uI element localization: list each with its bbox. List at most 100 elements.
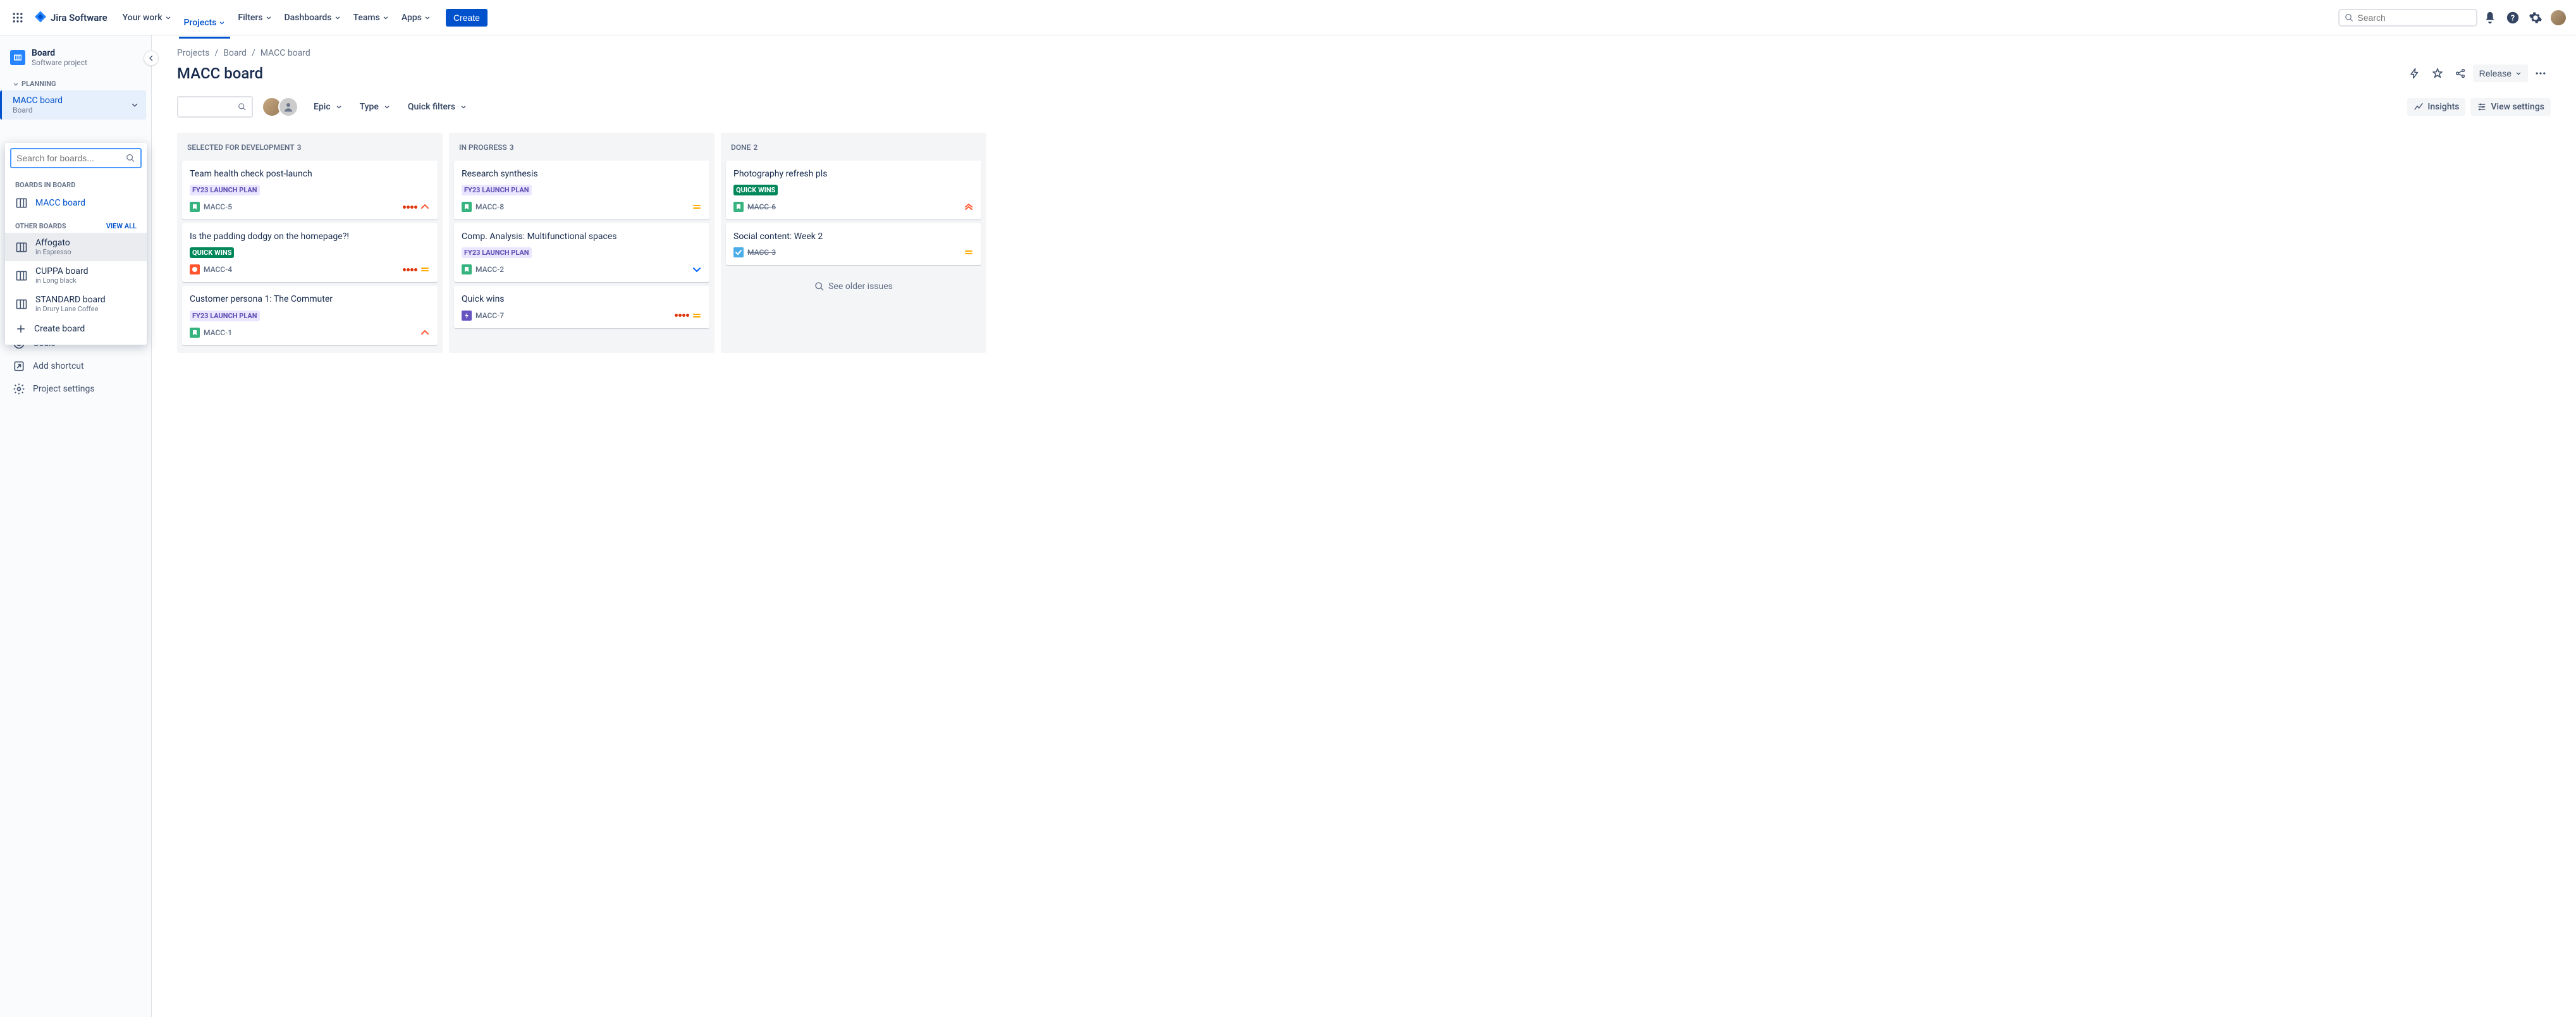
popover-current-boards: MACC board xyxy=(5,192,147,214)
star-icon[interactable] xyxy=(2427,63,2448,83)
nav-item-filters[interactable]: Filters xyxy=(233,7,276,28)
issue-key: MACC-1 xyxy=(204,328,232,337)
board-search-input[interactable] xyxy=(16,153,126,163)
sidebar-group-planning[interactable]: PLANNING xyxy=(5,75,146,90)
issue-key: MACC-3 xyxy=(747,248,776,257)
issue-card[interactable]: Quick wins MACC-7 xyxy=(454,286,709,328)
project-type: Software project xyxy=(32,58,87,67)
board-icon xyxy=(15,269,28,282)
chevron-down-icon xyxy=(165,15,171,21)
chevron-down-icon xyxy=(383,15,389,21)
project-avatar-icon xyxy=(10,50,25,65)
settings-icon[interactable] xyxy=(2525,8,2546,28)
board-search-field[interactable] xyxy=(10,148,142,168)
priority-medium-icon xyxy=(420,264,430,274)
popover-board-item[interactable]: Affogatoin Espresso xyxy=(5,233,147,261)
board-search-box[interactable] xyxy=(177,96,253,118)
story-icon xyxy=(190,202,200,212)
assignee-filter[interactable] xyxy=(266,97,298,117)
help-icon[interactable]: ? xyxy=(2503,8,2523,28)
breadcrumb-item[interactable]: MACC board xyxy=(261,48,310,58)
board-selector-sub: Board xyxy=(13,106,63,114)
svg-text:?: ? xyxy=(2511,13,2515,23)
nav-items: Your workProjectsFiltersDashboardsTeamsA… xyxy=(118,7,436,28)
search-icon xyxy=(814,281,825,292)
priority-medium-icon xyxy=(964,247,974,257)
epic-filter[interactable]: Epic xyxy=(311,98,345,116)
top-navigation: Jira Software Your workProjectsFiltersDa… xyxy=(0,0,2576,35)
issue-card[interactable]: Social content: Week 2 MACC-3 xyxy=(726,223,981,265)
priority-highest-icon xyxy=(964,202,974,212)
popover-board-item[interactable]: CUPPA boardin Long black xyxy=(5,261,147,290)
quick-filters[interactable]: Quick filters xyxy=(405,98,469,116)
sidebar-board-selector[interactable]: MACC board Board xyxy=(0,90,146,120)
app-switcher-icon[interactable] xyxy=(8,8,28,28)
card-title: Team health check post-launch xyxy=(190,168,430,180)
type-filter[interactable]: Type xyxy=(357,98,393,116)
label-lozenge: FY23 LAUNCH PLAN xyxy=(462,185,532,195)
popover-section-other: OTHER BOARDS VIEW ALL xyxy=(5,214,147,233)
view-all-link[interactable]: VIEW ALL xyxy=(106,222,137,230)
user-avatar[interactable] xyxy=(2548,8,2568,28)
popover-board-item[interactable]: STANDARD boardin Drury Lane Coffee xyxy=(5,290,147,318)
shortcut-icon xyxy=(13,360,25,373)
create-board-button[interactable]: Create board xyxy=(5,318,147,340)
card-title: Photography refresh pls xyxy=(733,168,974,180)
issue-card[interactable]: Comp. Analysis: Multifunctional spaces F… xyxy=(454,223,709,282)
gear-icon xyxy=(13,383,25,395)
issue-card[interactable]: Is the padding dodgy on the homepage?! Q… xyxy=(182,223,438,282)
insights-button[interactable]: Insights xyxy=(2407,98,2465,116)
search-icon xyxy=(2345,13,2353,23)
chevron-down-icon xyxy=(13,81,19,87)
label-lozenge: FY23 LAUNCH PLAN xyxy=(190,311,260,321)
nav-item-your-work[interactable]: Your work xyxy=(118,7,176,28)
popover-other-boards: Affogatoin EspressoCUPPA boardin Long bl… xyxy=(5,233,147,318)
issue-key: MACC-2 xyxy=(475,265,504,274)
board-search-input[interactable] xyxy=(183,102,238,112)
product-name: Jira Software xyxy=(51,12,107,23)
board-selector-name: MACC board xyxy=(13,96,63,106)
view-settings-button[interactable]: View settings xyxy=(2470,98,2551,116)
issue-card[interactable]: Customer persona 1: The Commuter FY23 LA… xyxy=(182,286,438,345)
release-button[interactable]: Release xyxy=(2473,65,2528,82)
issue-key: MACC-6 xyxy=(747,202,776,211)
priority-high-icon xyxy=(420,202,430,212)
global-search[interactable] xyxy=(2338,9,2477,27)
sidebar-item-add-shortcut[interactable]: Add shortcut xyxy=(5,355,146,378)
sprint-dots xyxy=(403,206,417,209)
nav-item-dashboards[interactable]: Dashboards xyxy=(279,7,346,28)
board-picker-popover: BOARDS IN BOARD MACC board OTHER BOARDS … xyxy=(5,143,147,345)
board-column: SELECTED FOR DEVELOPMENT3 Team health ch… xyxy=(177,133,443,353)
collapse-sidebar-button[interactable] xyxy=(144,51,159,66)
board-toolbar: Epic Type Quick filters Insights View se… xyxy=(177,96,2551,118)
notifications-icon[interactable] xyxy=(2480,8,2500,28)
chevron-down-icon xyxy=(336,104,342,110)
project-name: Board xyxy=(32,48,87,58)
unassigned-avatar[interactable] xyxy=(278,97,298,117)
breadcrumb-item[interactable]: Projects xyxy=(177,48,209,58)
nav-item-apps[interactable]: Apps xyxy=(396,7,436,28)
priority-medium-icon xyxy=(692,202,702,212)
sliders-icon xyxy=(2477,102,2487,112)
global-search-input[interactable] xyxy=(2357,13,2471,23)
product-logo[interactable]: Jira Software xyxy=(30,10,110,25)
issue-key: MACC-5 xyxy=(204,202,232,211)
nav-item-projects[interactable]: Projects xyxy=(179,7,231,39)
issue-card[interactable]: Research synthesis FY23 LAUNCH PLAN MACC… xyxy=(454,161,709,219)
priority-low-icon xyxy=(692,264,702,274)
more-icon[interactable] xyxy=(2530,63,2551,83)
see-older-issues[interactable]: See older issues xyxy=(726,269,981,304)
chevron-down-icon xyxy=(2515,70,2522,77)
project-header: Board Software project xyxy=(5,48,146,75)
share-icon[interactable] xyxy=(2450,63,2470,83)
column-header: DONE2 xyxy=(726,140,981,157)
create-button[interactable]: Create xyxy=(446,9,488,27)
popover-board-item[interactable]: MACC board xyxy=(5,192,147,214)
breadcrumb-item[interactable]: Board xyxy=(223,48,247,58)
nav-item-teams[interactable]: Teams xyxy=(348,7,394,28)
issue-card[interactable]: Team health check post-launch FY23 LAUNC… xyxy=(182,161,438,219)
story-icon xyxy=(462,264,472,274)
sidebar-item-project-settings[interactable]: Project settings xyxy=(5,378,146,400)
issue-card[interactable]: Photography refresh pls QUICK WINS MACC-… xyxy=(726,161,981,219)
automation-icon[interactable] xyxy=(2405,63,2425,83)
